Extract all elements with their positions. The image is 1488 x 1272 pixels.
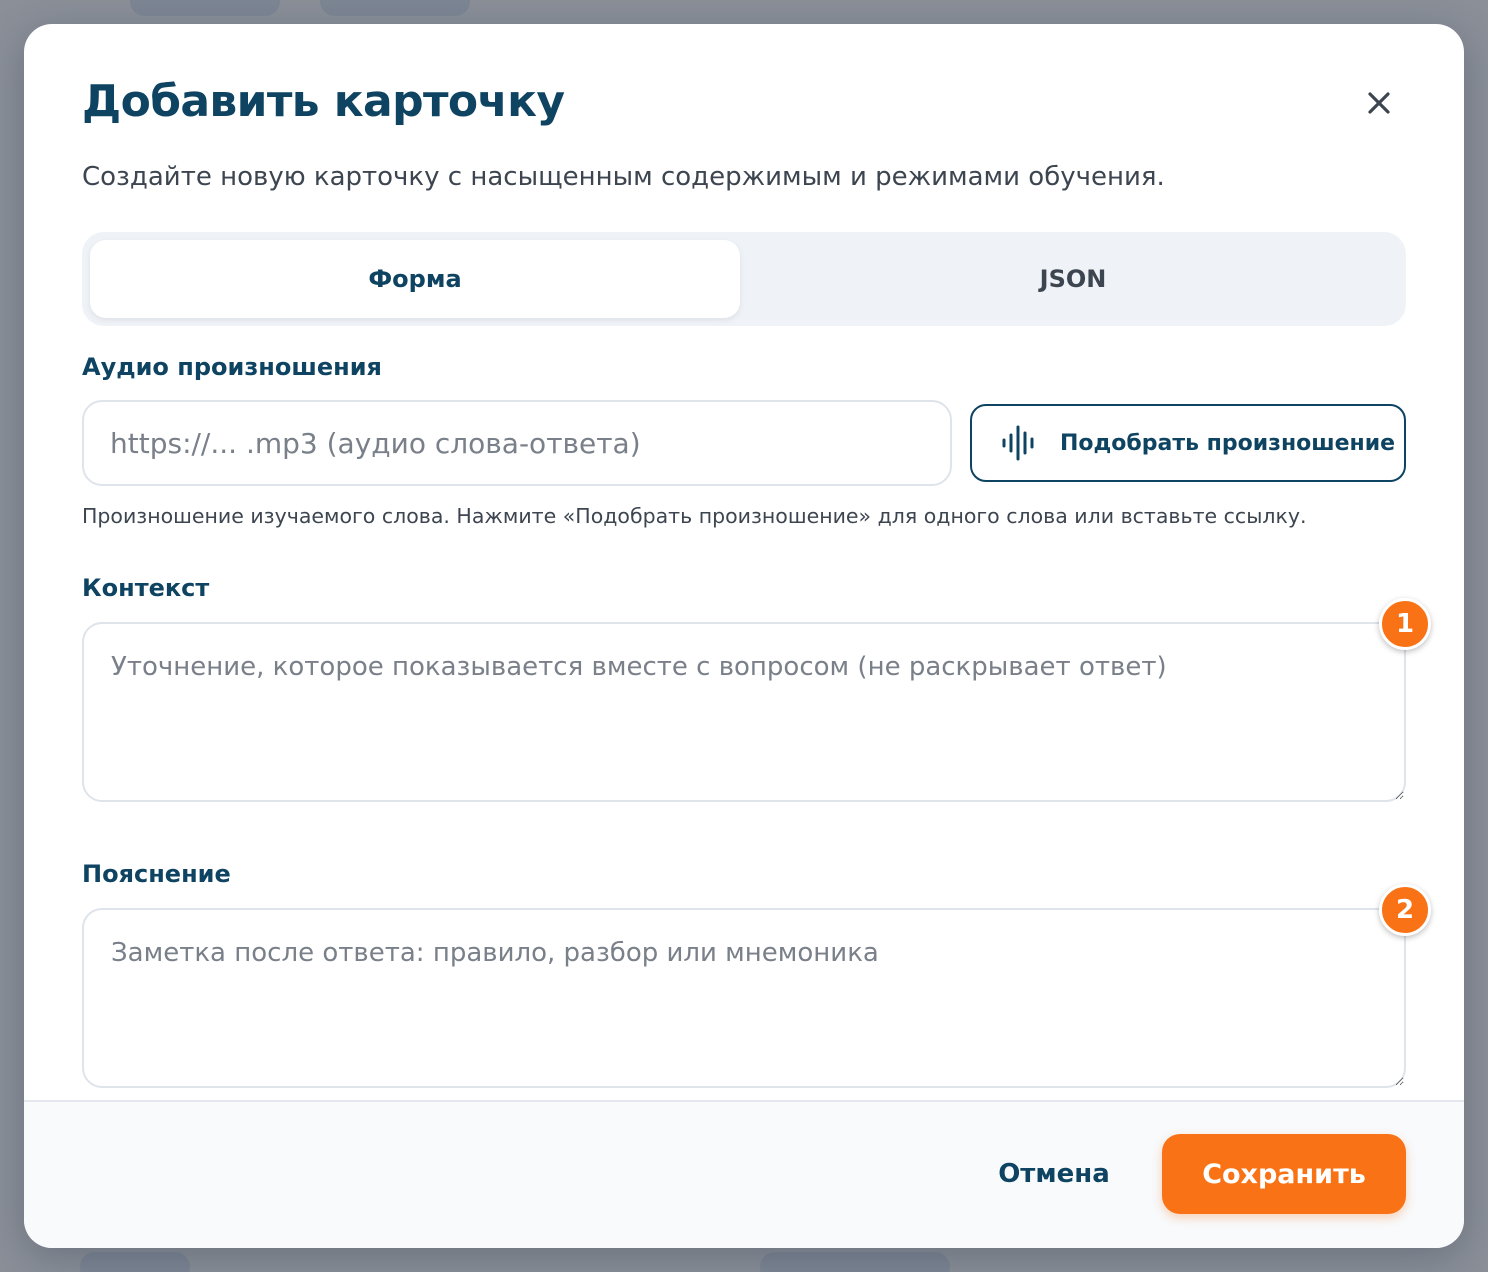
explanation-label: Пояснение bbox=[82, 860, 231, 888]
tab-json[interactable]: JSON bbox=[748, 240, 1398, 318]
audio-url-input[interactable] bbox=[82, 400, 952, 486]
pick-pronunciation-label: Подобрать произношение bbox=[1060, 430, 1396, 456]
step-badge-1: 1 bbox=[1379, 598, 1431, 650]
context-label: Контекст bbox=[82, 574, 210, 602]
add-card-dialog: Добавить карточку Создайте новую карточк… bbox=[24, 24, 1464, 1248]
audio-waveform-icon bbox=[1002, 425, 1034, 461]
audio-label: Аудио произношения bbox=[82, 353, 382, 381]
close-button[interactable] bbox=[1364, 88, 1394, 118]
background-blur-element bbox=[760, 1252, 950, 1272]
context-textarea[interactable] bbox=[82, 622, 1406, 802]
tab-form[interactable]: Форма bbox=[90, 240, 740, 318]
background-blur-element bbox=[80, 1252, 190, 1272]
pick-pronunciation-button[interactable]: Подобрать произношение bbox=[970, 404, 1406, 482]
close-icon bbox=[1368, 92, 1390, 114]
dialog-footer: Отмена Сохранить bbox=[24, 1100, 1464, 1248]
explanation-textarea[interactable] bbox=[82, 908, 1406, 1088]
cancel-button[interactable]: Отмена bbox=[986, 1142, 1122, 1206]
audio-helper-text: Произношение изучаемого слова. Нажмите «… bbox=[82, 504, 1307, 528]
save-button[interactable]: Сохранить bbox=[1162, 1134, 1406, 1214]
step-badge-2: 2 bbox=[1379, 884, 1431, 936]
dialog-title: Добавить карточку bbox=[82, 76, 565, 127]
mode-tabs: Форма JSON bbox=[82, 232, 1406, 326]
dialog-subtitle: Создайте новую карточку с насыщенным сод… bbox=[82, 162, 1165, 192]
background-blur-element bbox=[320, 0, 470, 16]
background-blur-element bbox=[130, 0, 280, 16]
